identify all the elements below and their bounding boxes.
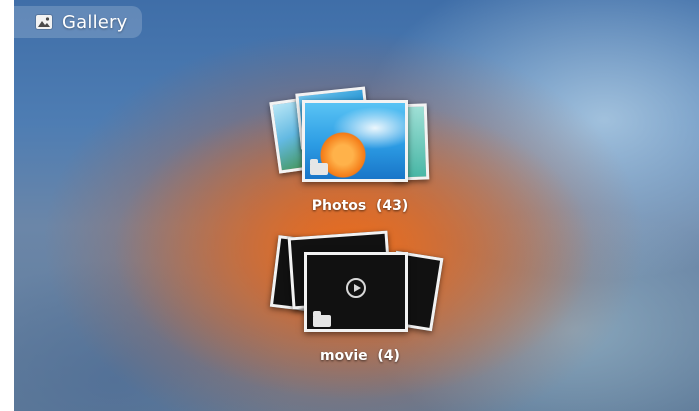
app-title: Gallery — [62, 11, 128, 33]
album-photos-stack[interactable] — [260, 86, 460, 204]
folder-icon — [310, 159, 328, 175]
album-movie[interactable]: movie (4) — [260, 230, 460, 382]
action-bar[interactable]: Gallery — [14, 6, 142, 38]
video-thumbnail-cover — [304, 252, 408, 332]
gallery-screen: Gallery Photos (43) movie (4) — [14, 0, 699, 411]
gallery-icon — [36, 15, 52, 29]
album-movie-stack[interactable] — [260, 230, 460, 350]
folder-icon — [313, 311, 331, 327]
photo-thumbnail-cover — [302, 100, 408, 182]
album-label-photos: Photos (43) — [311, 198, 409, 214]
album-photos[interactable]: Photos (43) — [260, 86, 460, 236]
album-label-movie: movie (4) — [320, 348, 400, 364]
play-icon — [346, 278, 366, 298]
